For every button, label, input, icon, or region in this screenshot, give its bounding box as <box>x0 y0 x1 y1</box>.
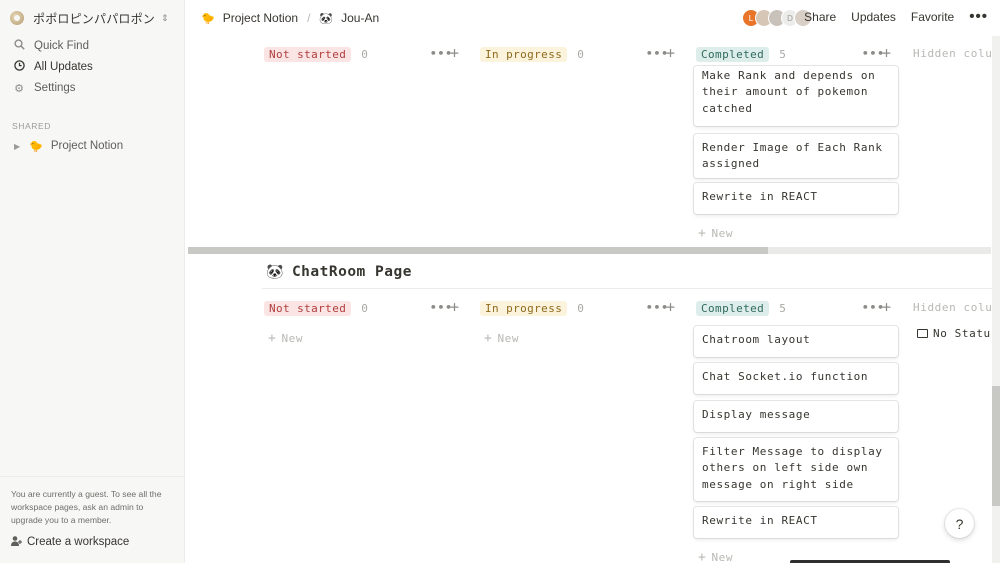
sidebar-item-settings[interactable]: ⚙ Settings <box>12 78 76 98</box>
status-badge: Completed <box>696 300 770 316</box>
favorite-button[interactable]: Favorite <box>911 10 954 24</box>
group-header-not-started[interactable]: Not started 0 <box>264 298 368 318</box>
workspace-switcher[interactable]: ポポロピンパパロポン ⇕ <box>10 8 169 28</box>
plus-icon: + <box>268 331 277 346</box>
new-label: New <box>497 332 520 345</box>
group-header-completed[interactable]: Completed 5 <box>696 44 786 64</box>
board-card[interactable]: Rewrite in REACT <box>694 183 898 214</box>
board-card[interactable]: Chat Socket.io function <box>694 363 898 394</box>
sidebar-item-label: Quick Find <box>34 40 89 52</box>
group-count: 0 <box>361 301 368 315</box>
plus-icon: + <box>698 550 707 563</box>
new-card-button[interactable]: + New <box>698 550 733 563</box>
divider <box>262 288 992 289</box>
breadcrumb-project-notion[interactable]: 🐤 Project Notion <box>201 11 298 25</box>
no-status-label: No Statu <box>933 327 991 340</box>
add-icon[interactable]: + <box>882 300 891 315</box>
group-count: 0 <box>361 47 368 61</box>
sidebar-item-label: Project Notion <box>50 140 124 152</box>
group-count: 0 <box>577 301 584 315</box>
group-header-completed[interactable]: Completed 5 <box>696 298 786 318</box>
breadcrumb-separator: / <box>307 11 311 25</box>
help-button[interactable]: ? <box>945 509 974 538</box>
add-icon[interactable]: + <box>450 300 459 315</box>
shared-section-label: SHARED <box>12 121 52 131</box>
vertical-scrollbar-thumb[interactable] <box>992 386 1000 506</box>
inbox-icon <box>917 329 928 338</box>
horizontal-scrollbar-thumb[interactable] <box>188 247 768 254</box>
board-card[interactable]: Rewrite in REACT <box>694 507 898 538</box>
workspace-name: ポポロピンパパロポン <box>33 11 156 26</box>
create-workspace-label: Create a workspace <box>27 536 130 548</box>
chick-icon: 🐤 <box>201 12 215 25</box>
board-card[interactable]: Render Image of Each Rank assigned <box>694 134 898 178</box>
group-count: 5 <box>779 301 786 315</box>
sidebar-item-label: All Updates <box>34 61 93 73</box>
status-badge: In progress <box>480 46 568 62</box>
plus-icon: + <box>698 226 707 241</box>
status-badge: Not started <box>264 46 352 62</box>
panda-icon: 🐼 <box>319 12 334 25</box>
hidden-columns-label[interactable]: Hidden colu <box>913 301 992 314</box>
search-icon <box>12 39 26 53</box>
no-status-column[interactable]: No Statu <box>917 327 991 340</box>
new-label: New <box>711 227 734 240</box>
group-count: 5 <box>779 47 786 61</box>
more-icon[interactable]: ••• <box>969 9 988 24</box>
group-header-in-progress[interactable]: In progress 0 <box>480 44 584 64</box>
board-card[interactable]: Filter Message to display others on left… <box>694 438 898 501</box>
section-title[interactable]: 🐼 ChatRoom Page <box>266 262 412 282</box>
breadcrumb-jou-an[interactable]: 🐼 Jou-An <box>319 11 379 25</box>
hidden-columns-label[interactable]: Hidden colu <box>913 47 992 60</box>
topbar: 🐤 Project Notion / 🐼 Jou-An L D Share Up… <box>186 0 1000 36</box>
new-label: New <box>711 551 734 563</box>
new-card-button[interactable]: + New <box>698 226 733 241</box>
board-area: Not started 0 ••• + In progress 0 ••• + … <box>186 36 1000 563</box>
updates-button[interactable]: Updates <box>851 10 896 24</box>
sidebar: ポポロピンパパロポン ⇕ Quick Find All Updates ⚙ Se… <box>0 0 185 563</box>
status-badge: In progress <box>480 300 568 316</box>
add-icon[interactable]: + <box>666 300 675 315</box>
sidebar-item-all-updates[interactable]: All Updates <box>12 57 93 77</box>
chevron-updown-icon: ⇕ <box>161 12 169 23</box>
new-label: New <box>281 332 304 345</box>
board-card[interactable]: Make Rank and depends on their amount of… <box>694 66 898 126</box>
group-count: 0 <box>577 47 584 61</box>
create-workspace-button[interactable]: Create a workspace <box>10 534 129 550</box>
chick-icon: 🐤 <box>29 140 43 153</box>
add-icon[interactable]: + <box>666 46 675 61</box>
add-icon[interactable]: + <box>882 46 891 61</box>
breadcrumb-label: Jou-An <box>341 11 380 25</box>
status-badge: Completed <box>696 46 770 62</box>
add-icon[interactable]: + <box>450 46 459 61</box>
expand-triangle-icon[interactable]: ▶ <box>14 142 20 151</box>
group-header-not-started[interactable]: Not started 0 <box>264 44 368 64</box>
clock-icon <box>12 60 26 74</box>
new-card-button[interactable]: + New <box>268 331 303 346</box>
panda-icon: 🐼 <box>266 264 284 280</box>
sidebar-item-label: Settings <box>34 82 76 94</box>
group-header-in-progress[interactable]: In progress 0 <box>480 298 584 318</box>
breadcrumb-label: Project Notion <box>222 11 299 25</box>
sidebar-item-project-notion[interactable]: ▶ 🐤 Project Notion <box>14 137 123 155</box>
board-card[interactable]: Chatroom layout <box>694 326 898 357</box>
new-card-button[interactable]: + New <box>484 331 519 346</box>
gear-icon: ⚙ <box>14 82 24 95</box>
plus-icon: + <box>484 331 493 346</box>
user-plus-icon <box>10 535 22 550</box>
sidebar-item-quick-find[interactable]: Quick Find <box>12 36 89 56</box>
divider <box>0 476 185 477</box>
share-button[interactable]: Share <box>804 10 836 24</box>
workspace-icon <box>10 11 24 25</box>
guest-note: You are currently a guest. To see all th… <box>11 489 162 525</box>
top-actions: Share Updates Favorite ••• <box>789 9 988 24</box>
section-title-label: ChatRoom Page <box>291 264 412 280</box>
status-badge: Not started <box>264 300 352 316</box>
board-card[interactable]: Display message <box>694 401 898 432</box>
